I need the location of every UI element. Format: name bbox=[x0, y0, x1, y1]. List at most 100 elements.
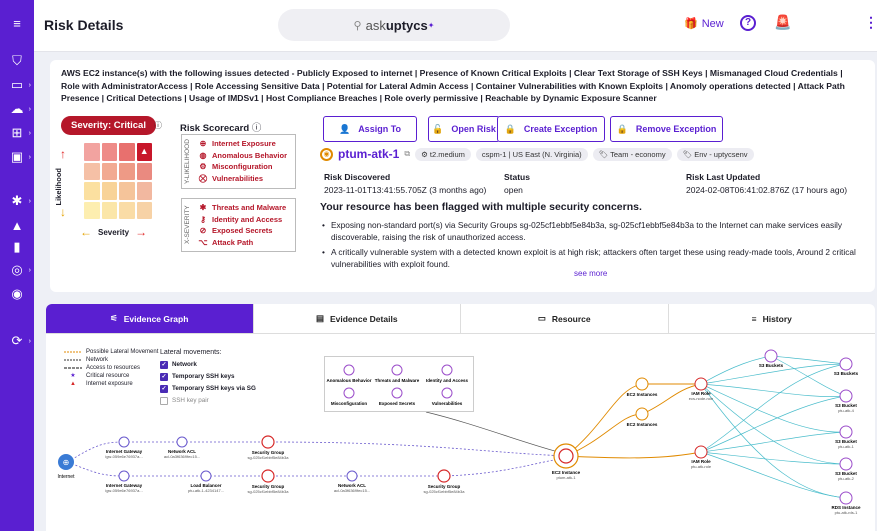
grid-icon[interactable]: ⊞ › bbox=[0, 122, 34, 144]
new-label: New bbox=[701, 17, 724, 30]
svg-text:⊕: ⊕ bbox=[63, 458, 70, 467]
lock-icon: 🔓 bbox=[432, 123, 444, 134]
open-risk-button[interactable]: 🔓 Open Risk bbox=[428, 116, 500, 142]
risk-description: AWS EC2 instance(s) with the following i… bbox=[61, 68, 845, 103]
scorecard-title: Risk Scorecard ⓘ bbox=[180, 123, 262, 134]
tab-resource[interactable]: ▭ Resource bbox=[460, 304, 668, 333]
evidence-tabs: ⚟ Evidence Graph ▤ Evidence Details ▭ Resou… bbox=[46, 304, 875, 334]
lock-icon: 🔒 bbox=[616, 123, 628, 134]
svg-text:sg-025cf1ebbf5e84b3a: sg-025cf1ebbf5e84b3a bbox=[424, 489, 466, 494]
gift-icon: 🎁 bbox=[684, 18, 698, 30]
team-tag: 🏷 Team - economy bbox=[592, 147, 672, 161]
svg-text:ptu-atk-role: ptu-atk-role bbox=[691, 464, 712, 469]
shield-icon[interactable]: ⛉ bbox=[0, 50, 34, 72]
evidence-panel: ⚟ Evidence Graph ▤ Evidence Details ▭ Resou… bbox=[46, 304, 875, 531]
svg-text:Threats and Malware: Threats and Malware bbox=[375, 378, 420, 383]
scorecard-item[interactable]: ⛒ Vulnerabilities bbox=[198, 173, 295, 185]
risk-matrix-cell bbox=[84, 201, 100, 219]
more-options-icon[interactable]: ⋮ bbox=[864, 14, 877, 31]
tab-history[interactable]: ≡ History bbox=[667, 304, 876, 333]
tab-evidence-details[interactable]: ▤ Evidence Details bbox=[252, 304, 461, 333]
anomaly-icon: ◍ bbox=[199, 150, 207, 160]
scorecard-item[interactable]: ⊘ Exposed Secrets bbox=[198, 225, 295, 237]
page-title: Risk Details bbox=[44, 17, 124, 33]
arrow-right-icon: → bbox=[135, 225, 148, 239]
instance-type-chip: ⚙ t2.medium bbox=[415, 147, 471, 161]
cloud-icon[interactable]: ☁ › bbox=[0, 98, 34, 120]
monitor-icon[interactable]: ▭ › bbox=[0, 74, 34, 96]
bell-icon[interactable]: ▲ bbox=[0, 214, 34, 236]
risk-status: Status open bbox=[504, 172, 530, 195]
scorecard-item[interactable]: ✱ Threats and Malware bbox=[198, 202, 295, 214]
target-icon[interactable]: ◎ › bbox=[0, 259, 34, 281]
svg-text:ptum-atk-1: ptum-atk-1 bbox=[556, 475, 576, 480]
tab-evidence-graph[interactable]: ⚟ Evidence Graph bbox=[46, 304, 253, 333]
alarm-icon[interactable]: 🚨 bbox=[774, 14, 791, 31]
instance-icon: ◉ bbox=[320, 147, 333, 161]
arrow-left-icon: ← bbox=[80, 225, 92, 239]
search-bar[interactable]: ⚲ ask uptycs ✦ bbox=[278, 9, 510, 41]
risk-matrix-cell bbox=[119, 143, 135, 161]
copy-icon[interactable]: ⧉ bbox=[404, 149, 410, 159]
scorecard-item[interactable]: ⚷ Identity and Access bbox=[198, 214, 295, 226]
svg-text:S3 Buckets: S3 Buckets bbox=[759, 363, 784, 368]
risk-matrix-cell bbox=[119, 162, 135, 180]
graph-icon: ⚟ bbox=[110, 313, 118, 323]
lock-icon: 🔒 bbox=[504, 123, 516, 134]
new-button[interactable]: 🎁 New bbox=[684, 17, 724, 31]
scorecard-item[interactable]: ◍ Anomalous Behavior bbox=[198, 150, 295, 162]
svg-text:igw-059e6e76937a...: igw-059e6e76937a... bbox=[105, 454, 142, 459]
y-axis-label: Y-LIKELIHOOD bbox=[184, 139, 191, 184]
likelihood-scorecard: Y-LIKELIHOOD ⊕ Internet Exposure ◍ Anomalo… bbox=[181, 134, 296, 189]
risk-matrix-cell bbox=[84, 162, 100, 180]
scorecard-item[interactable]: ⚙ Misconfiguration bbox=[198, 161, 295, 173]
assign-to-button[interactable]: 👤 Assign To bbox=[323, 116, 417, 142]
risk-matrix-cell bbox=[136, 201, 152, 219]
risk-matrix-cell bbox=[84, 143, 100, 161]
remove-exception-button[interactable]: 🔒 Remove Exception bbox=[610, 116, 723, 142]
env-tag: 🏷 Env - uptycsenv bbox=[676, 147, 754, 161]
terminal-icon[interactable]: ▣ › bbox=[0, 146, 34, 168]
risk-matrix-cell bbox=[101, 162, 117, 180]
user-icon: 👤 bbox=[338, 123, 351, 134]
menu-icon[interactable]: ≡ bbox=[0, 12, 34, 34]
svg-text:sg-025cf1ebbf5e84b3a: sg-025cf1ebbf5e84b3a bbox=[248, 455, 290, 460]
see-more-link[interactable]: see more bbox=[574, 269, 607, 278]
severity-badge: Severity: Critical bbox=[61, 116, 156, 135]
svg-text:Vulnerabilities: Vulnerabilities bbox=[432, 401, 463, 406]
risk-updated: Risk Last Updated 2024-02-08T06:41:02.876… bbox=[686, 172, 848, 195]
info-icon[interactable]: ⓘ bbox=[154, 120, 162, 131]
search-brand: uptycs bbox=[385, 17, 428, 33]
badge-icon[interactable]: ▮ bbox=[0, 236, 34, 258]
flag-title: Your resource has been flagged with mult… bbox=[320, 201, 642, 213]
risk-matrix-cell bbox=[119, 201, 135, 219]
risk-matrix-cell bbox=[101, 143, 117, 161]
asset-name[interactable]: ptum-atk-1 bbox=[338, 147, 399, 161]
sync-icon[interactable]: ⟳ › bbox=[0, 330, 34, 352]
x-axis-label: X-SEVERITY bbox=[184, 205, 191, 245]
risk-summary-card: AWS EC2 instance(s) with the following i… bbox=[50, 60, 875, 292]
severity-scorecard: X-SEVERITY ✱ Threats and Malware ⚷ Identit… bbox=[181, 198, 296, 252]
globe-icon: ⊕ bbox=[199, 139, 207, 148]
create-exception-button[interactable]: 🔒 Create Exception bbox=[497, 116, 605, 142]
svg-text:ptu-atk-rds-1: ptu-atk-rds-1 bbox=[835, 510, 858, 515]
help-icon[interactable]: ? bbox=[740, 15, 756, 31]
threat-summary-box[interactable]: Anomalous Behavior Threats and Malware I… bbox=[324, 356, 474, 412]
scorecard-item[interactable]: ⊕ Internet Exposure bbox=[198, 138, 295, 150]
concern-bullet: Exposing non-standard port(s) via Securi… bbox=[322, 220, 862, 243]
document-icon: ▤ bbox=[315, 313, 324, 323]
list-icon: ≡ bbox=[751, 313, 757, 324]
eye-off-icon: ⊘ bbox=[199, 226, 207, 235]
risk-matrix-cell bbox=[101, 201, 117, 219]
bug-icon[interactable]: ✱ › bbox=[0, 190, 34, 212]
region-chip: cspm-1 | US East (N. Virginia) bbox=[475, 147, 588, 161]
search-prefix: ask bbox=[365, 17, 386, 33]
location-icon[interactable]: ◉ bbox=[0, 283, 34, 305]
scorecard-item[interactable]: ⌥ Attack Path bbox=[198, 237, 295, 249]
user-key-icon: ⚷ bbox=[200, 214, 206, 224]
svg-text:acl-0a3f6369fec15...: acl-0a3f6369fec15... bbox=[334, 488, 370, 493]
svg-text:ptu-atk-1: ptu-atk-1 bbox=[838, 444, 855, 449]
risk-matrix-cell bbox=[84, 182, 100, 200]
likelihood-axis-label: Likelihood bbox=[54, 168, 63, 206]
svg-text:ptu-atk-4: ptu-atk-4 bbox=[838, 408, 855, 413]
